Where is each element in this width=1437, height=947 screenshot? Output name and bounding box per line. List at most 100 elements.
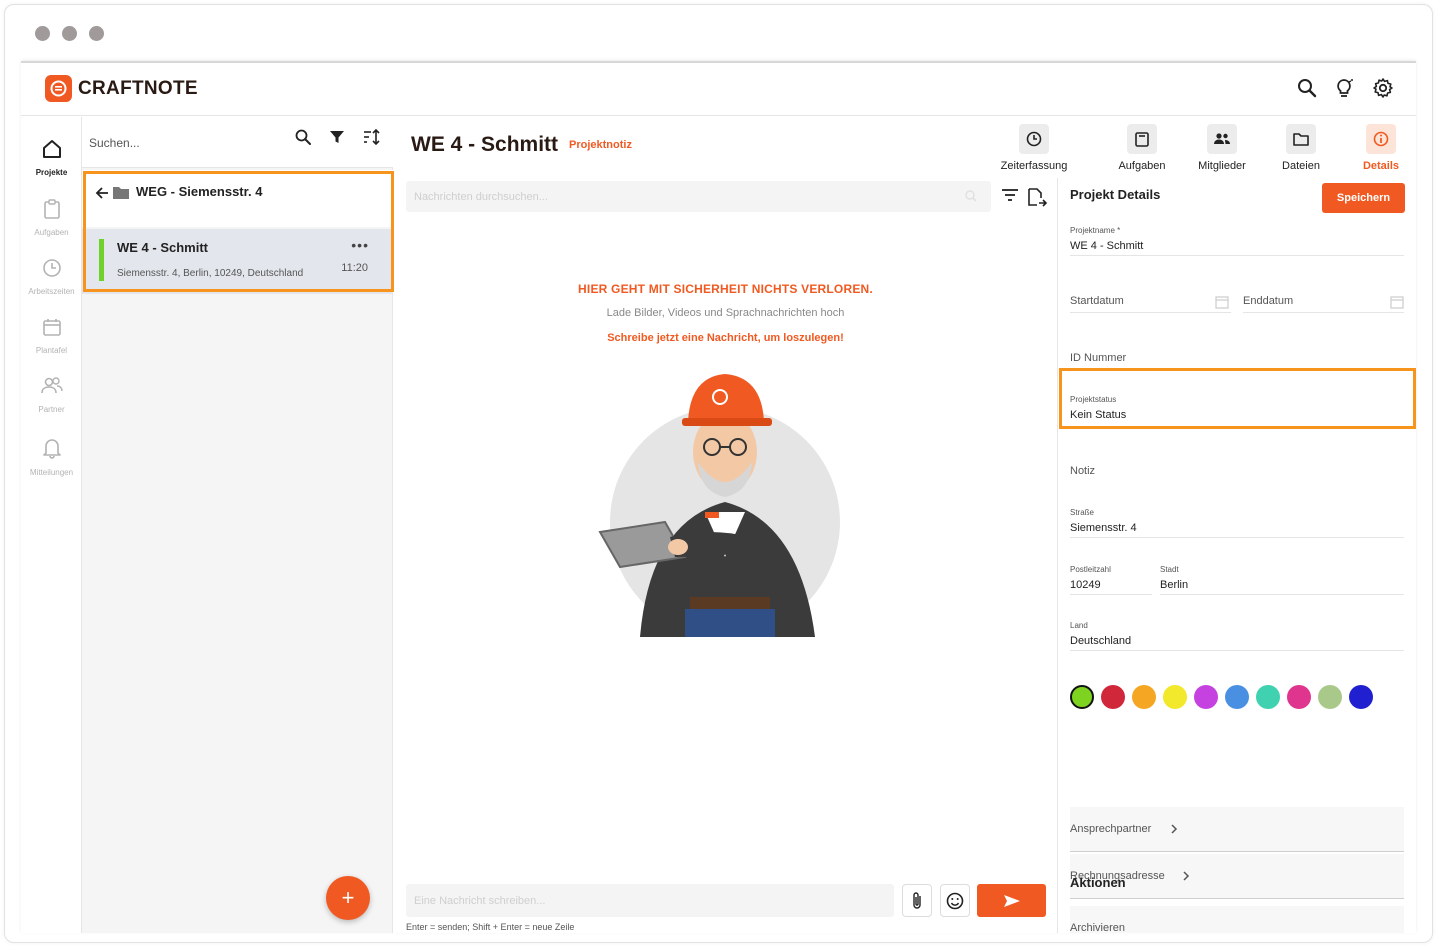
color-swatch-yellow[interactable]: [1163, 685, 1187, 709]
calendar-icon[interactable]: [1215, 295, 1229, 309]
info-icon: [1373, 131, 1389, 147]
nav-item-arbeitszeiten[interactable]: Arbeitszeiten: [21, 258, 82, 296]
bell-icon: [42, 439, 61, 459]
color-swatch-green[interactable]: [1070, 685, 1094, 709]
filter-icon[interactable]: [329, 129, 345, 145]
color-swatch-blue[interactable]: [1225, 685, 1249, 709]
aktionen-title: Aktionen: [1070, 875, 1126, 890]
tab-details[interactable]: Details: [1341, 124, 1416, 172]
nav-item-projekte[interactable]: Projekte: [21, 139, 82, 177]
strasse-field[interactable]: Straße Siemensstr. 4: [1070, 508, 1404, 538]
export-file-icon[interactable]: [1027, 187, 1047, 209]
message-search-input[interactable]: Nachrichten durchsuchen...: [406, 181, 991, 212]
nav-item-plantafel[interactable]: Plantafel: [21, 317, 82, 355]
color-swatch-teal[interactable]: [1256, 685, 1280, 709]
color-swatch-sage[interactable]: [1318, 685, 1342, 709]
color-swatch-red[interactable]: [1101, 685, 1125, 709]
color-swatch-orange[interactable]: [1132, 685, 1156, 709]
app-logo[interactable]: CRAFTNOTE: [45, 75, 198, 102]
project-note-link[interactable]: Projektnotiz: [569, 139, 632, 151]
gear-icon[interactable]: [1372, 77, 1394, 99]
clock-icon: [1026, 131, 1042, 147]
enddatum-field[interactable]: Enddatum: [1243, 295, 1404, 313]
search-icon[interactable]: [965, 190, 977, 202]
emoji-button[interactable]: [940, 884, 970, 917]
nav-label: Projekte: [35, 168, 68, 177]
list-tools: [295, 129, 381, 145]
window-controls: [35, 26, 104, 41]
color-swatch-purple[interactable]: [1194, 685, 1218, 709]
app-name: CRAFTNOTE: [78, 77, 198, 99]
postleitzahl-field[interactable]: Postleitzahl 10249: [1070, 565, 1152, 595]
craftsman-illustration: [598, 374, 840, 637]
field-value: WE 4 - Schmitt: [1070, 240, 1144, 252]
field-placeholder: Enddatum: [1243, 295, 1294, 307]
nav-item-partner[interactable]: Partner: [21, 376, 82, 414]
details-title: Projekt Details: [1070, 187, 1161, 202]
tab-mitglieder[interactable]: Mitglieder: [1182, 124, 1262, 172]
tab-label: Details: [1362, 160, 1400, 172]
nav-item-mitteilungen[interactable]: Mitteilungen: [21, 437, 82, 477]
folder-title: WEG - Siemensstr. 4: [136, 184, 263, 199]
land-field[interactable]: Land Deutschland: [1070, 621, 1404, 651]
message-compose-input[interactable]: Eine Nachricht schreiben...: [406, 884, 894, 917]
nav-item-aufgaben[interactable]: Aufgaben: [21, 199, 82, 237]
field-label: Projektstatus: [1070, 395, 1117, 404]
field-value: Siemensstr. 4: [1070, 522, 1137, 534]
sort-icon[interactable]: [363, 129, 381, 145]
ansprechpartner-row[interactable]: Ansprechpartner: [1070, 807, 1404, 852]
nav-label: Plantafel: [35, 346, 68, 355]
window-dot-close[interactable]: [35, 26, 50, 41]
field-label: Projektname *: [1070, 226, 1121, 235]
lightbulb-icon[interactable]: [1334, 77, 1356, 99]
more-options-icon[interactable]: •••: [351, 237, 369, 253]
filter-lines-icon[interactable]: [1001, 187, 1019, 203]
calendar-icon[interactable]: [1390, 295, 1404, 309]
empty-state-cta: Schreibe jetzt eine Nachricht, um loszul…: [607, 332, 844, 344]
nav-label: Mitteilungen: [29, 468, 74, 477]
send-button[interactable]: [977, 884, 1046, 917]
color-swatch-pink[interactable]: [1287, 685, 1311, 709]
field-label: Land: [1070, 621, 1088, 630]
folder-icon: [1293, 133, 1309, 146]
project-card[interactable]: WE 4 - Schmitt ••• Siemensstr. 4, Berlin…: [82, 229, 393, 294]
add-project-button[interactable]: +: [326, 876, 370, 920]
project-search-input[interactable]: Suchen...: [89, 136, 140, 150]
send-icon: [1003, 894, 1020, 907]
tab-dateien[interactable]: Dateien: [1261, 124, 1341, 172]
project-chat-pane: WE 4 - Schmitt Projektnotiz Zeiterfassun…: [394, 117, 1399, 933]
arrow-left-icon[interactable]: [95, 186, 109, 200]
save-button[interactable]: Speichern: [1322, 183, 1405, 213]
members-icon: [1214, 133, 1230, 144]
field-placeholder: Startdatum: [1070, 295, 1124, 307]
project-color-picker: [1070, 685, 1373, 709]
color-swatch-navy[interactable]: [1349, 685, 1373, 709]
archivieren-label: Archivieren: [1070, 922, 1126, 933]
tab-zeiterfassung[interactable]: Zeiterfassung: [994, 124, 1074, 172]
field-placeholder: Notiz: [1070, 465, 1096, 477]
window-dot-minimize[interactable]: [62, 26, 77, 41]
message-search-placeholder: Nachrichten durchsuchen...: [414, 191, 548, 203]
tab-label: Aufgaben: [1118, 160, 1166, 172]
app-window: CRAFTNOTE Projekte Aufgaben Arbeitszeite…: [21, 61, 1416, 933]
archivieren-row[interactable]: Archivieren: [1070, 906, 1404, 933]
id-number-field[interactable]: ID Nummer: [1070, 352, 1404, 370]
chevron-right-icon: [1171, 824, 1178, 834]
window-dot-maximize[interactable]: [89, 26, 104, 41]
tab-aufgaben[interactable]: Aufgaben: [1102, 124, 1182, 172]
search-icon[interactable]: [295, 129, 311, 145]
message-tools: [1001, 187, 1047, 209]
projektname-field[interactable]: Projektname * WE 4 - Schmitt: [1070, 226, 1404, 256]
field-label: Stadt: [1160, 565, 1179, 574]
folder-header[interactable]: WEG - Siemensstr. 4: [82, 170, 393, 227]
notiz-field[interactable]: Notiz: [1070, 465, 1404, 483]
attach-button[interactable]: [902, 884, 932, 917]
search-icon[interactable]: [1296, 77, 1318, 99]
nav-label: Arbeitszeiten: [28, 287, 75, 296]
startdatum-field[interactable]: Startdatum: [1070, 295, 1231, 313]
field-value: Kein Status: [1070, 409, 1127, 421]
stadt-field[interactable]: Stadt Berlin: [1160, 565, 1404, 595]
projektstatus-field[interactable]: Projektstatus Kein Status: [1070, 395, 1404, 425]
tab-label: Mitglieder: [1198, 160, 1246, 172]
empty-state-heading: HIER GEHT MIT SICHERHEIT NICHTS VERLOREN…: [578, 282, 873, 296]
